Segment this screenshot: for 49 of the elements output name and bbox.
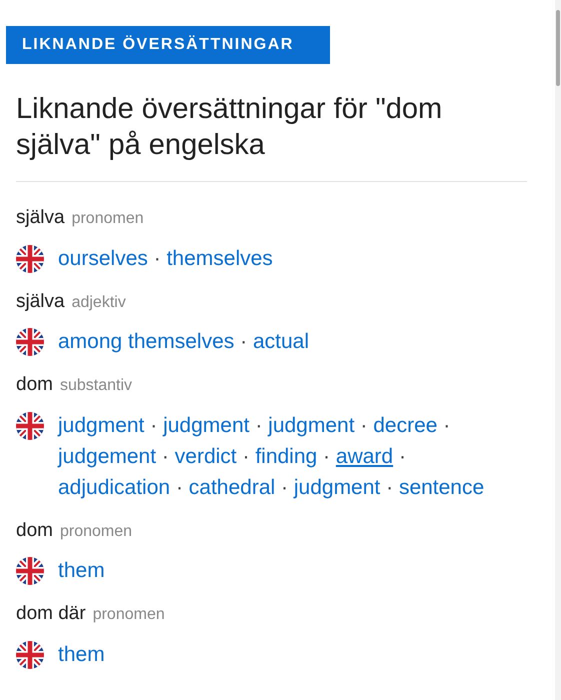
headword: själva [16, 206, 65, 230]
uk-flag-icon [16, 244, 44, 272]
separator-dot: · [281, 476, 288, 498]
part-of-speech: pronomen [72, 209, 144, 229]
part-of-speech: adjektiv [72, 292, 126, 312]
separator-dot: · [162, 444, 169, 468]
headword: dom [16, 518, 53, 542]
separator-dot: · [360, 414, 368, 436]
translation-link[interactable]: verdict [174, 444, 237, 468]
part-of-speech: pronomen [60, 522, 132, 542]
part-of-speech: substantiv [60, 376, 132, 396]
translation-link[interactable]: sentence [398, 476, 484, 498]
separator-dot: · [323, 444, 330, 468]
translation-link[interactable]: actual [252, 330, 309, 353]
translation-link[interactable]: among themselves [58, 330, 234, 353]
translation-link[interactable]: adjudication [58, 476, 170, 498]
uk-flag-icon [16, 640, 44, 668]
scrollbar-thumb[interactable] [556, 10, 560, 86]
translation-link[interactable]: judgment [294, 476, 380, 498]
separator-dot: · [150, 414, 158, 436]
translation-link[interactable]: judgment [268, 414, 355, 436]
separator-dot: · [154, 246, 161, 270]
headword: själva [16, 290, 65, 314]
translation-link[interactable]: themselves [166, 246, 273, 270]
translation-link[interactable]: finding [255, 444, 318, 468]
headword: dom [16, 373, 53, 397]
separator-dot: · [242, 444, 250, 468]
translation-link[interactable]: decree [373, 414, 438, 436]
translation-link[interactable]: them [58, 559, 105, 582]
translation-link[interactable]: ourselves [58, 246, 148, 270]
separator-dot: · [398, 444, 406, 468]
uk-flag-icon [16, 557, 44, 585]
page-title: Liknande översättningar för "dom själva" på engelska [16, 92, 444, 163]
separator-dot: · [240, 330, 248, 353]
separator-dot: · [255, 414, 262, 436]
part-of-speech: pronomen [92, 605, 165, 625]
separator-dot: · [386, 476, 394, 498]
section-badge: LIKNANDE ÖVERSÄTTNINGAR [6, 26, 330, 64]
separator-dot: · [443, 414, 450, 436]
separator-dot: · [176, 476, 183, 498]
translation-link[interactable]: them [58, 642, 105, 666]
translation-link[interactable]: judgement [58, 444, 156, 468]
translation-link[interactable]: judgment [163, 414, 250, 436]
translation-link[interactable]: judgment [58, 414, 144, 436]
translation-link[interactable]: award [336, 444, 394, 468]
headword: dom där [16, 602, 86, 626]
translation-link[interactable]: cathedral [188, 476, 276, 498]
uk-flag-icon [16, 328, 44, 356]
uk-flag-icon [16, 412, 44, 440]
